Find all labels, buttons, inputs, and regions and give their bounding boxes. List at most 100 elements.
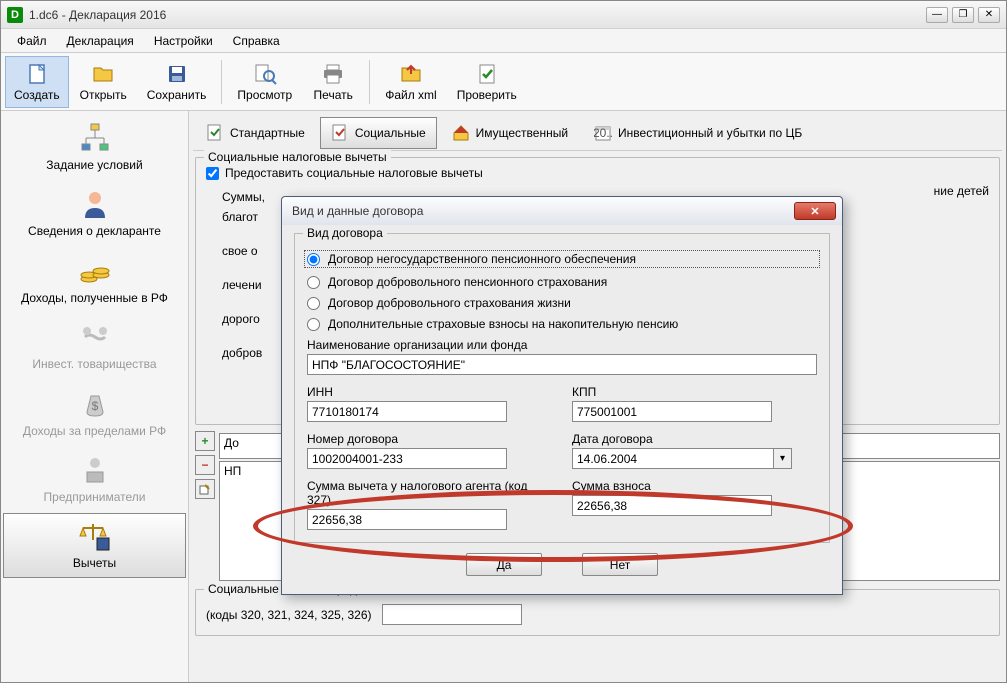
- radio-voluntary-pension[interactable]: [307, 276, 320, 289]
- modal-contract: Вид и данные договора ✕ Вид договора Дог…: [281, 196, 843, 595]
- tab-label: Стандартные: [230, 126, 305, 140]
- sidebar-item-income-rf[interactable]: Доходы, полученные в РФ: [3, 248, 186, 312]
- create-button[interactable]: Создать: [5, 56, 69, 108]
- modal-close-button[interactable]: ✕: [794, 202, 836, 220]
- open-button[interactable]: Открыть: [71, 56, 136, 108]
- contribution-label: Сумма взноса: [572, 479, 817, 493]
- sidebar-item-conditions[interactable]: Задание условий: [3, 115, 186, 179]
- codes-input[interactable]: [382, 604, 522, 625]
- tool-label: Создать: [14, 88, 60, 102]
- radio-additional[interactable]: [307, 318, 320, 331]
- delete-button[interactable]: −: [195, 455, 215, 475]
- handshake-icon: [79, 321, 111, 353]
- contract-no-input[interactable]: [307, 448, 507, 469]
- svg-text:$: $: [91, 399, 98, 413]
- modal-title: Вид и данные договора: [288, 204, 794, 218]
- edit-icon: [199, 483, 211, 495]
- menu-settings[interactable]: Настройки: [146, 31, 221, 51]
- svg-text:20..: 20..: [594, 126, 612, 140]
- contract-date-input[interactable]: [572, 448, 774, 469]
- sidebar-label: Инвест. товарищества: [32, 357, 156, 371]
- window-title: 1.dc6 - Декларация 2016: [29, 8, 926, 22]
- sidebar-item-invest: Инвест. товарищества: [3, 314, 186, 378]
- radio-label: Договор добровольного пенсионного страхо…: [328, 275, 607, 289]
- no-button[interactable]: Нет: [582, 553, 658, 576]
- preview-button[interactable]: Просмотр: [228, 56, 301, 108]
- person-icon: [79, 188, 111, 220]
- menu-file[interactable]: Файл: [9, 31, 55, 51]
- group-title: Социальные налоговые вычеты: [204, 150, 391, 164]
- sidebar-item-deductions[interactable]: Вычеты: [3, 513, 186, 577]
- list-row-2: НП: [224, 464, 241, 478]
- tool-label: Сохранить: [147, 88, 207, 102]
- new-file-icon: [25, 62, 49, 86]
- save-icon: [165, 62, 189, 86]
- sidebar-item-declarant[interactable]: Сведения о декларанте: [3, 181, 186, 245]
- add-button[interactable]: +: [195, 431, 215, 451]
- export-icon: [399, 62, 423, 86]
- kpp-input[interactable]: [572, 401, 772, 422]
- date-picker-button[interactable]: ▾: [774, 448, 792, 469]
- contribution-input[interactable]: [572, 495, 772, 516]
- org-label: Наименование организации или фонда: [307, 338, 817, 352]
- briefcase-person-icon: [79, 454, 111, 486]
- inn-label: ИНН: [307, 385, 552, 399]
- sums-label: Суммы,: [206, 190, 265, 204]
- tab-standard[interactable]: Стандартные: [195, 117, 316, 149]
- tab-investment[interactable]: 20.. Инвестиционный и убытки по ЦБ: [583, 117, 813, 149]
- edit-button[interactable]: [195, 479, 215, 499]
- tab-label: Социальные: [355, 126, 426, 140]
- kpp-label: КПП: [572, 385, 817, 399]
- save-button[interactable]: Сохранить: [138, 56, 216, 108]
- inn-input[interactable]: [307, 401, 507, 422]
- sidebar-item-income-abroad: $ Доходы за пределами РФ: [3, 381, 186, 445]
- yes-button[interactable]: Да: [466, 553, 542, 576]
- close-button[interactable]: ✕: [978, 7, 1000, 23]
- tool-label: Печать: [314, 88, 353, 102]
- menubar: Файл Декларация Настройки Справка: [1, 29, 1006, 53]
- list-row-1: До: [224, 436, 239, 450]
- app-icon: D: [7, 7, 23, 23]
- tab-label: Инвестиционный и убытки по ЦБ: [618, 126, 802, 140]
- toolbar: Создать Открыть Сохранить Просмотр Печат…: [1, 53, 1006, 111]
- tool-label: Просмотр: [237, 88, 292, 102]
- menu-declaration[interactable]: Декларация: [59, 31, 142, 51]
- minimize-button[interactable]: —: [926, 7, 948, 23]
- sidebar: Задание условий Сведения о декларанте До…: [1, 111, 189, 682]
- check-red-icon: [331, 124, 349, 142]
- tab-label: Имущественный: [476, 126, 568, 140]
- sidebar-label: Сведения о декларанте: [28, 224, 161, 238]
- folder-open-icon: [91, 62, 115, 86]
- tool-label: Проверить: [457, 88, 517, 102]
- provide-label: Предоставить социальные налоговые вычеты: [225, 166, 483, 180]
- xml-button[interactable]: Файл xml: [376, 56, 446, 108]
- tree-icon: [79, 122, 111, 154]
- menu-help[interactable]: Справка: [225, 31, 288, 51]
- org-input[interactable]: [307, 354, 817, 375]
- maximize-button[interactable]: ❐: [952, 7, 974, 23]
- tab-social[interactable]: Социальные: [320, 117, 437, 149]
- children-fragment: ние детей: [934, 184, 989, 198]
- tool-label: Открыть: [80, 88, 127, 102]
- sidebar-label: Доходы, полученные в РФ: [21, 291, 168, 305]
- money-bag-icon: $: [79, 388, 111, 420]
- tab-property[interactable]: Имущественный: [441, 117, 579, 149]
- sidebar-label: Предприниматели: [44, 490, 146, 504]
- radio-life-insurance[interactable]: [307, 297, 320, 310]
- provide-checkbox[interactable]: [206, 167, 219, 180]
- contract-date-label: Дата договора: [572, 432, 817, 446]
- subtabs: Стандартные Социальные Имущественный 20.…: [193, 115, 1002, 151]
- own-label: свое о: [206, 244, 258, 258]
- radio-label: Договор негосударственного пенсионного о…: [328, 252, 636, 266]
- expensive-label: дорого: [206, 312, 260, 326]
- tool-label: Файл xml: [385, 88, 437, 102]
- deduction-input[interactable]: [307, 509, 507, 530]
- calendar-icon: 20..: [594, 124, 612, 142]
- radio-npf[interactable]: [307, 253, 320, 266]
- check-button[interactable]: Проверить: [448, 56, 526, 108]
- print-button[interactable]: Печать: [303, 56, 363, 108]
- codes-label: (коды 320, 321, 324, 325, 326): [206, 608, 372, 622]
- contract-type-fieldset: Вид договора Договор негосударственного …: [294, 233, 830, 543]
- magnifier-icon: [253, 62, 277, 86]
- charity-label: благот: [206, 210, 258, 224]
